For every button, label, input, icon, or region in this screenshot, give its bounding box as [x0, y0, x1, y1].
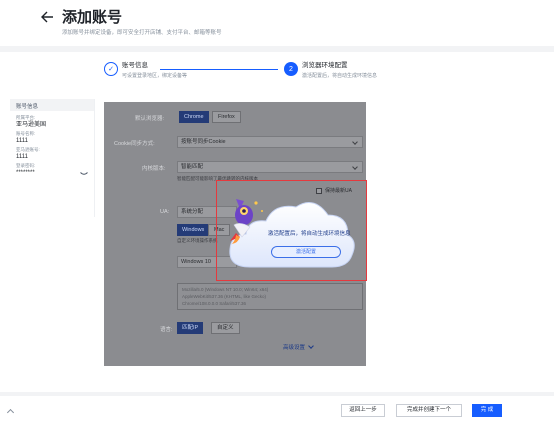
ua-value: 系统分配 [181, 209, 204, 215]
step-browser-config: 2 浏览器环境配置 激活配置后，将自动生成环境信息 [284, 62, 377, 79]
password-value: ******** [16, 170, 35, 176]
os-version-value: Windows 10 [181, 259, 211, 265]
rocket-mascot-icon [230, 199, 263, 244]
page-title: 添加账号 [62, 9, 123, 26]
complete-and-next-button[interactable]: 完成并创建下一个 [396, 404, 462, 417]
language-label: 语言: [160, 327, 173, 333]
step-desc: 可设置登录地区，绑定设备等 [122, 73, 188, 79]
step-desc: 激活配置后，将自动生成环境信息 [302, 73, 378, 79]
ua-string-box: Mozilla/5.0 (Windows NT 10.0; Win64; x64… [177, 283, 363, 310]
account-name-value: 1111 [16, 138, 29, 144]
ua-line: Mozilla/5.0 (Windows NT 10.0; Win64; x64… [182, 287, 269, 292]
done-button[interactable]: 完 成 [472, 404, 502, 417]
platform-label: 所属平台: [16, 115, 36, 120]
advanced-settings-link[interactable]: 高级设置 [283, 343, 314, 351]
page-subtitle: 添加账号并绑定设备，即可安全打开店铺、支付平台、邮箱等账号 [62, 30, 222, 36]
cookie-sync-label: Cookie同步方式: [114, 141, 155, 147]
lang-option-custom[interactable]: 自定义 [211, 322, 240, 334]
step-connector [160, 69, 278, 70]
page-header: 添加账号 添加账号并绑定设备，即可安全打开店铺、支付平台、邮箱等账号 [0, 0, 554, 46]
chevron-down-icon [352, 164, 358, 170]
chevron-down-icon [308, 343, 314, 349]
chevron-down-icon [352, 139, 358, 145]
platform-value: 亚马逊美国 [16, 122, 47, 128]
kernel-value: 智能匹配 [181, 164, 204, 170]
amazon-id-label: 亚马逊账号: [16, 147, 40, 152]
step-account-info: ✓ 账号信息 可设置登录地区，绑定设备等 [104, 62, 187, 79]
browser-option-firefox[interactable]: Firefox [212, 111, 241, 123]
cookie-sync-value: 按账号同步Cookie [181, 139, 226, 145]
kernel-select[interactable]: 智能匹配 [177, 161, 363, 173]
kernel-label: 内核版本: [142, 166, 166, 172]
ua-line: Chrome/108.0.0.0 Safari/537.36 [182, 301, 247, 306]
ua-line: AppleWebKit/537.36 (KHTML, like Gecko) [182, 294, 266, 299]
os-option-windows[interactable]: Windows [177, 224, 210, 236]
lang-option-match-ip[interactable]: 匹配IP [177, 322, 204, 334]
cookie-sync-select[interactable]: 按账号同步Cookie [177, 136, 363, 148]
step-number: 2 [284, 62, 298, 76]
account-summary-card: 账号信息 所属平台: 亚马逊美国 账号名称: 1111 亚马逊账号: 1111 … [10, 99, 95, 217]
browser-label: 默认浏览器: [135, 116, 165, 122]
os-hint: 自定义环境操作系统 [177, 238, 218, 243]
back-arrow-icon[interactable] [40, 10, 54, 24]
ua-label: UA: [160, 209, 170, 215]
password-label: 登录密码: [16, 163, 36, 168]
step-title: 浏览器环境配置 [302, 62, 348, 69]
back-step-button[interactable]: 返回上一步 [341, 404, 385, 417]
step-check-icon: ✓ [104, 62, 118, 76]
account-name-label: 账号名称: [16, 131, 36, 136]
amazon-id-value: 1111 [16, 154, 29, 160]
advanced-settings-label: 高级设置 [283, 345, 306, 351]
summary-heading: 账号信息 [10, 99, 94, 111]
footer-bar [0, 396, 554, 425]
popup-message: 激活配置后，将自动生成环境信息 [268, 231, 351, 237]
eye-closed-icon[interactable] [80, 171, 88, 177]
browser-option-chrome[interactable]: Chrome [179, 111, 209, 123]
activate-config-button[interactable]: 激活配置 [271, 246, 341, 258]
